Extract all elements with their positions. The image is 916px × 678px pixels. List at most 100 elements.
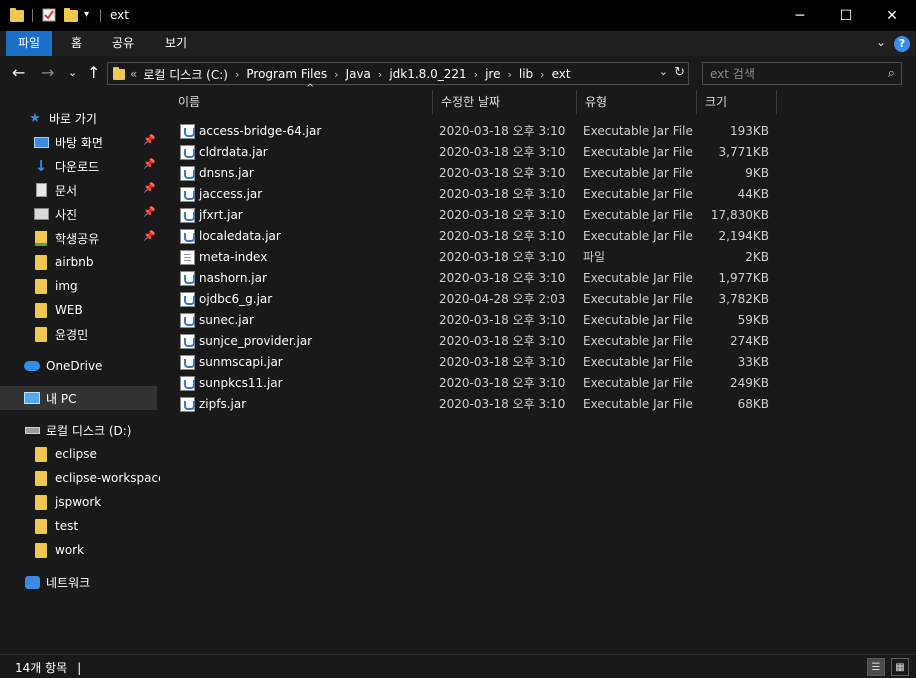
- table-row[interactable]: cldrdata.jar 2020-03-18 오후 3:10 Executab…: [170, 142, 770, 163]
- address-bar[interactable]: « 로컬 디스크 (C:) › Program Files › Java › j…: [107, 62, 689, 85]
- search-icon[interactable]: ⌕: [888, 66, 895, 81]
- forward-arrow-icon[interactable]: →: [41, 63, 54, 82]
- close-button[interactable]: ✕: [869, 0, 915, 31]
- minimize-button[interactable]: ─: [777, 0, 823, 31]
- sidebar-item-label: jspwork: [55, 495, 102, 509]
- back-arrow-icon[interactable]: ←: [12, 63, 25, 82]
- sidebar-item-web[interactable]: WEB: [0, 298, 157, 322]
- file-date: 2020-03-18 오후 3:10: [439, 397, 566, 411]
- table-row[interactable]: ojdbc6_g.jar 2020-04-28 오후 2:03 Executab…: [170, 289, 770, 310]
- chevron-right-icon[interactable]: ›: [378, 68, 382, 81]
- breadcrumb-item[interactable]: Program Files: [246, 67, 327, 81]
- pin-icon[interactable]: 📌: [143, 159, 155, 170]
- table-row[interactable]: sunjce_provider.jar 2020-03-18 오후 3:10 E…: [170, 331, 770, 352]
- sidebar-item-desktop[interactable]: 바탕 화면 📌: [0, 130, 157, 154]
- breadcrumb-item[interactable]: jdk1.8.0_221: [389, 67, 466, 81]
- breadcrumb-item[interactable]: jre: [485, 67, 500, 81]
- sidebar-item-drive-d[interactable]: 로컬 디스크 (D:): [0, 418, 157, 442]
- sidebar-item-quick-access[interactable]: ★ 바로 가기: [0, 106, 157, 130]
- column-size[interactable]: 크기: [697, 90, 777, 115]
- sidebar-item-eclipse[interactable]: eclipse: [0, 442, 157, 466]
- recent-locations-chevron-icon[interactable]: ⌄: [68, 66, 77, 79]
- breadcrumb-item[interactable]: Java: [346, 67, 371, 81]
- table-row[interactable]: access-bridge-64.jar 2020-03-18 오후 3:10 …: [170, 121, 770, 142]
- table-row[interactable]: dnsns.jar 2020-03-18 오후 3:10 Executable …: [170, 163, 770, 184]
- table-row[interactable]: jfxrt.jar 2020-03-18 오후 3:10 Executable …: [170, 205, 770, 226]
- up-arrow-icon[interactable]: ↑: [87, 63, 100, 82]
- column-date-modified[interactable]: 수정한 날짜: [433, 90, 577, 115]
- pin-icon[interactable]: 📌: [143, 135, 155, 146]
- sidebar-item-airbnb[interactable]: airbnb: [0, 250, 157, 274]
- sidebar-item-network[interactable]: 네트워크: [0, 570, 157, 594]
- file-name: sunjce_provider.jar: [199, 334, 313, 348]
- chevron-right-icon[interactable]: ›: [540, 68, 544, 81]
- properties-icon[interactable]: [42, 8, 56, 22]
- sidebar-item-yoon[interactable]: 윤경민: [0, 322, 157, 346]
- details-view-icon[interactable]: ☰: [867, 658, 885, 676]
- item-count-text: 14개 항목: [15, 661, 68, 675]
- chevron-right-icon[interactable]: ›: [334, 68, 338, 81]
- sidebar-item-downloads[interactable]: ↓ 다운로드 📌: [0, 154, 157, 178]
- chevron-right-icon[interactable]: ›: [474, 68, 478, 81]
- large-icons-view-icon[interactable]: ▦: [891, 658, 909, 676]
- address-history-chevron-icon[interactable]: ⌄: [659, 65, 668, 78]
- sidebar-item-img[interactable]: img: [0, 274, 157, 298]
- table-row[interactable]: jaccess.jar 2020-03-18 오후 3:10 Executabl…: [170, 184, 770, 205]
- table-row[interactable]: sunmscapi.jar 2020-03-18 오후 3:10 Executa…: [170, 352, 770, 373]
- table-row[interactable]: localedata.jar 2020-03-18 오후 3:10 Execut…: [170, 226, 770, 247]
- maximize-button[interactable]: ☐: [823, 0, 869, 31]
- sidebar-item-this-pc[interactable]: 내 PC: [0, 386, 157, 410]
- file-size: 9KB: [745, 166, 769, 180]
- breadcrumb-item[interactable]: ext: [552, 67, 571, 81]
- sidebar-item-onedrive[interactable]: OneDrive: [0, 354, 157, 378]
- pin-icon[interactable]: 📌: [143, 183, 155, 194]
- chevron-right-icon[interactable]: ›: [507, 68, 511, 81]
- sidebar-item-eclipse-workspace[interactable]: eclipse-workspace: [0, 466, 165, 490]
- search-input[interactable]: [710, 66, 870, 82]
- jar-icon: [180, 229, 195, 244]
- breadcrumb-overflow[interactable]: «: [130, 67, 137, 81]
- file-date: 2020-03-18 오후 3:10: [439, 124, 566, 138]
- new-folder-icon[interactable]: [64, 8, 78, 22]
- table-row[interactable]: nashorn.jar 2020-03-18 오후 3:10 Executabl…: [170, 268, 770, 289]
- breadcrumb-item[interactable]: lib: [519, 67, 533, 81]
- sidebar-item-jspwork[interactable]: jspwork: [0, 490, 157, 514]
- sidebar-item-documents[interactable]: 문서 📌: [0, 178, 157, 202]
- tab-view[interactable]: 보기: [153, 31, 199, 56]
- chevron-right-icon[interactable]: ›: [235, 68, 239, 81]
- tab-file[interactable]: 파일: [6, 31, 53, 56]
- file-date: 2020-03-18 오후 3:10: [439, 166, 566, 180]
- status-bar: 14개 항목 | ☰ ▦: [0, 654, 916, 678]
- file-type: Executable Jar File: [583, 208, 693, 222]
- table-row[interactable]: meta-index 2020-03-18 오후 3:10 파일 2KB: [170, 247, 770, 268]
- sidebar-item-student-share[interactable]: 학생공유 📌: [0, 226, 157, 250]
- file-type: Executable Jar File: [583, 271, 693, 285]
- pin-icon[interactable]: 📌: [143, 207, 155, 218]
- sidebar-item-work[interactable]: work: [0, 538, 157, 562]
- file-type: Executable Jar File: [583, 187, 693, 201]
- sidebar-item-label: 학생공유: [55, 231, 100, 246]
- computer-icon: [24, 390, 40, 406]
- table-row[interactable]: sunpkcs11.jar 2020-03-18 오후 3:10 Executa…: [170, 373, 770, 394]
- breadcrumb-item[interactable]: 로컬 디스크 (C:): [143, 66, 228, 83]
- file-size: 274KB: [729, 334, 769, 348]
- tab-share[interactable]: 공유: [100, 31, 146, 56]
- sidebar-item-test[interactable]: test: [0, 514, 157, 538]
- tab-home[interactable]: 홈: [59, 31, 94, 56]
- sidebar-item-pictures[interactable]: 사진 📌: [0, 202, 157, 226]
- customize-toolbar-icon[interactable]: ▾: [84, 9, 98, 23]
- expand-ribbon-chevron-icon[interactable]: ⌄: [876, 35, 886, 49]
- pin-icon[interactable]: 📌: [143, 231, 155, 242]
- column-name[interactable]: 이름: [170, 90, 433, 115]
- file-date: 2020-03-18 오후 3:10: [439, 250, 566, 264]
- search-box[interactable]: ⌕: [702, 62, 902, 85]
- table-row[interactable]: zipfs.jar 2020-03-18 오후 3:10 Executable …: [170, 394, 770, 415]
- sidebar-item-label: 사진: [55, 207, 78, 222]
- refresh-icon[interactable]: ↻: [674, 65, 685, 80]
- toolbar-separator: [100, 9, 101, 22]
- desktop-icon: [33, 134, 49, 150]
- column-type[interactable]: 유형: [577, 90, 697, 115]
- table-row[interactable]: sunec.jar 2020-03-18 오후 3:10 Executable …: [170, 310, 770, 331]
- star-icon: ★: [29, 110, 41, 126]
- help-button[interactable]: ?: [894, 36, 910, 52]
